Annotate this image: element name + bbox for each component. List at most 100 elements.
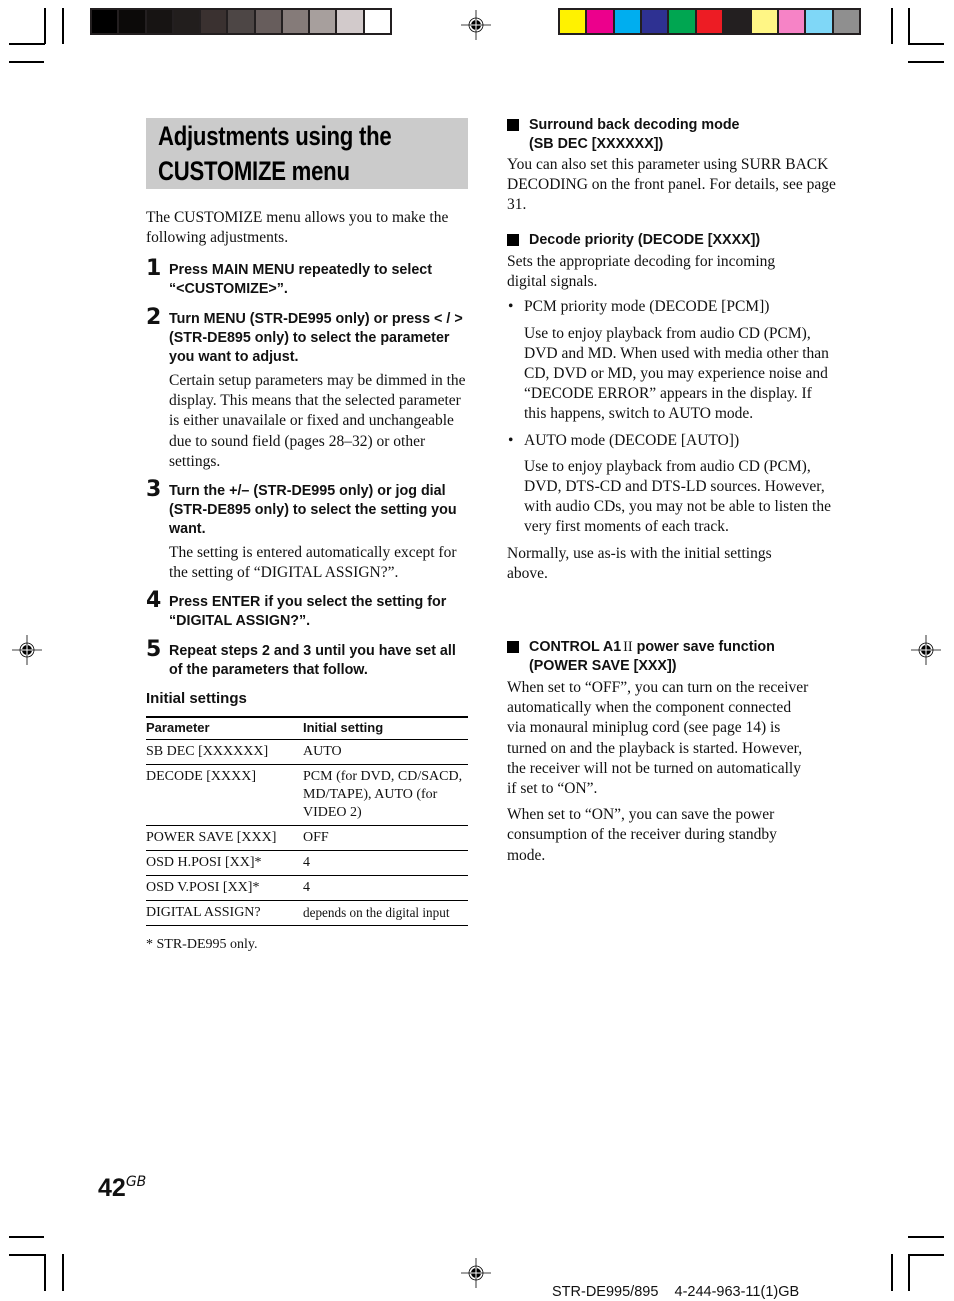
section-heading-line: (POWER SAVE [XXX])	[529, 658, 677, 674]
crop-mark	[9, 1236, 44, 1238]
color-swatch	[614, 10, 641, 33]
color-swatch	[560, 10, 586, 33]
crop-mark	[62, 8, 64, 44]
color-swatch	[669, 10, 695, 33]
registration-mark-icon	[911, 635, 941, 665]
page-title-banner: Adjustments using the CUSTOMIZE menu	[146, 118, 468, 189]
square-bullet-icon	[507, 119, 519, 131]
parameter-cell: POWER SAVE [XXX]	[146, 825, 303, 851]
color-swatch	[282, 10, 309, 33]
step-number: 2	[146, 305, 162, 330]
step-number: 1	[146, 256, 162, 281]
section-body: When set to “ON”, you can save the power…	[507, 806, 777, 864]
bullet-dot-icon: •	[508, 298, 514, 316]
step-2: 2 Turn MENU (STR-DE995 only) or press < …	[146, 306, 470, 472]
registration-mark-icon	[461, 1258, 491, 1288]
crop-mark	[908, 1236, 944, 1238]
initial-setting-cell: 4	[303, 850, 468, 876]
step-heading: Press ENTER if you select the setting fo…	[169, 594, 447, 629]
process-color-bar	[558, 8, 861, 35]
step-number: 3	[146, 477, 162, 502]
section-sb-dec: Surround back decoding mode (SB DEC [XXX…	[507, 116, 837, 216]
color-swatch	[642, 10, 668, 33]
page-title-line: Adjustments using the	[158, 121, 392, 151]
section-decode: Decode priority (DECODE [XXXX]) Sets the…	[507, 231, 837, 584]
column-header: Initial setting	[303, 716, 468, 740]
section-body: Sets the appropriate decoding for incomi…	[507, 253, 776, 291]
color-swatch	[201, 10, 227, 33]
color-swatch	[173, 10, 200, 33]
color-swatch	[806, 10, 832, 33]
column-header: Parameter	[146, 716, 303, 740]
section-heading-line: (SB DEC [XXXXXX])	[529, 136, 664, 152]
bullet-item: • AUTO mode (DECODE [AUTO]) Use to enjoy…	[507, 431, 837, 538]
table-row: SB DEC [XXXXXX] AUTO	[146, 739, 468, 765]
crop-mark	[9, 1254, 45, 1256]
crop-mark	[62, 1254, 64, 1291]
color-swatch	[364, 10, 390, 33]
step-5: 5 Repeat steps 2 and 3 until you have se…	[146, 638, 470, 680]
color-swatch	[724, 10, 750, 33]
initial-setting-cell: OFF	[303, 825, 468, 851]
page-title-line: CUSTOMIZE menu	[158, 156, 350, 186]
section-body: When set to “OFF”, you can turn on the r…	[507, 679, 809, 798]
crop-mark	[908, 43, 944, 45]
heading-part: power save function	[632, 639, 775, 655]
section-body: You can also set this parameter using SU…	[507, 156, 836, 214]
registration-mark-icon	[12, 635, 42, 665]
step-heading: Turn the +/– (STR-DE995 only) or jog dia…	[169, 483, 457, 537]
parameter-cell: OSD V.POSI [XX]*	[146, 875, 303, 901]
crop-mark	[9, 43, 45, 45]
crop-mark	[908, 1254, 910, 1291]
section-heading-line: Surround back decoding mode	[529, 117, 740, 133]
color-swatch	[587, 10, 613, 33]
bullet-text: Use to enjoy playback from audio CD (PCM…	[524, 457, 831, 536]
section-heading: Decode priority (DECODE [XXXX])	[507, 231, 837, 250]
color-swatch	[310, 10, 336, 33]
step-heading: Repeat steps 2 and 3 until you have set …	[169, 643, 456, 678]
color-swatch	[778, 10, 805, 33]
page-number-value: 42	[98, 1174, 126, 1202]
parameter-cell: SB DEC [XXXXXX]	[146, 739, 303, 765]
color-swatch	[696, 10, 723, 33]
step-1: 1 Press MAIN MENU repeatedly to select “…	[146, 257, 470, 299]
bullet-item: • PCM priority mode (DECODE [PCM]) Use t…	[507, 297, 837, 424]
section-heading: CONTROL A1 II power save function (POWER …	[507, 638, 837, 676]
page-number-suffix: GB	[125, 1174, 147, 1190]
initial-setting-cell: AUTO	[303, 739, 468, 765]
crop-mark	[891, 1254, 893, 1291]
step-4: 4 Press ENTER if you select the setting …	[146, 589, 470, 631]
page-number: 42GB	[98, 1167, 146, 1203]
section-power-save: CONTROL A1 II power save function (POWER …	[507, 638, 837, 866]
bullet-label: PCM priority mode (DECODE [PCM])	[524, 298, 770, 316]
step-heading: Turn MENU (STR-DE995 only) or press < / …	[169, 311, 463, 365]
heading-part: II	[623, 639, 633, 655]
table-row: OSD V.POSI [XX]* 4	[146, 875, 468, 901]
parameter-cell: DECODE [XXXX]	[146, 764, 303, 826]
parameter-cell: DIGITAL ASSIGN?	[146, 900, 303, 926]
table-row: POWER SAVE [XXX] OFF	[146, 825, 468, 851]
crop-mark	[891, 8, 893, 44]
bullet-dot-icon: •	[508, 431, 514, 449]
step-heading: Press MAIN MENU repeatedly to select “<C…	[169, 262, 432, 297]
square-bullet-icon	[507, 234, 519, 246]
step-description: The setting is entered automatically exc…	[169, 544, 457, 582]
initial-settings-heading: Initial settings	[146, 690, 247, 707]
crop-mark	[908, 1254, 944, 1256]
crop-mark	[9, 61, 44, 63]
table-row: DECODE [XXXX] PCM (for DVD, CD/SACD, MD/T…	[146, 764, 468, 826]
color-swatch	[751, 10, 777, 33]
table-footnote: * STR-DE995 only.	[146, 937, 258, 952]
crop-mark	[908, 61, 944, 63]
crop-mark	[44, 1254, 46, 1291]
table-row: OSD H.POSI [XX]* 4	[146, 850, 468, 876]
initial-setting-cell: 4	[303, 875, 468, 901]
step-number: 4	[146, 588, 162, 613]
color-swatch	[228, 10, 254, 33]
color-swatch	[92, 10, 118, 33]
initial-setting-cell: depends on the digital input	[303, 900, 468, 926]
step-3: 3 Turn the +/– (STR-DE995 only) or jog d…	[146, 478, 470, 583]
initial-setting-cell: PCM (for DVD, CD/SACD, MD/TAPE), AUTO (f…	[303, 764, 468, 826]
color-swatch	[146, 10, 172, 33]
step-description: Certain setup parameters may be dimmed i…	[169, 372, 466, 470]
